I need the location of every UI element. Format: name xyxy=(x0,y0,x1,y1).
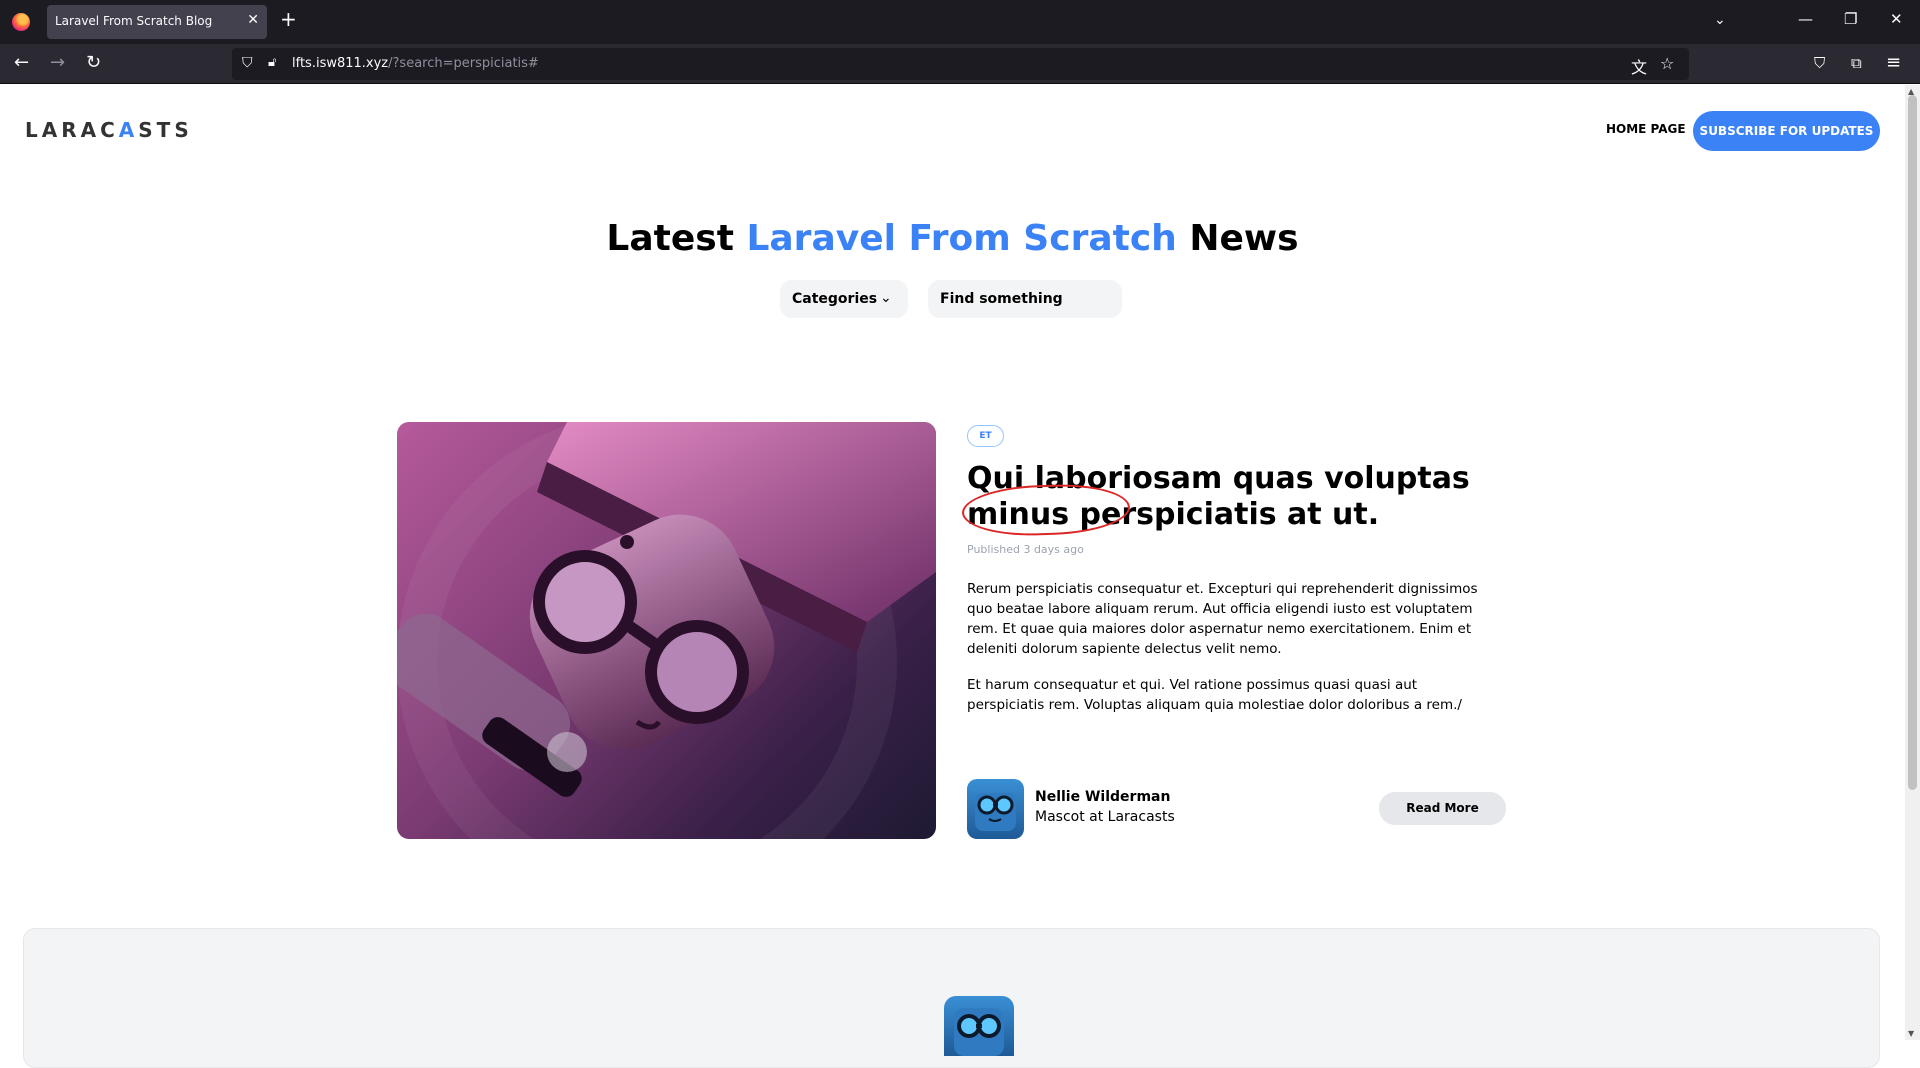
search-input[interactable] xyxy=(940,290,1110,308)
extensions-icon[interactable]: ⧉ xyxy=(1851,53,1862,73)
web-page: LARACASTS HOME PAGE SUBSCRIBE FOR UPDATE… xyxy=(0,85,1920,1068)
excerpt-paragraph: Et harum consequatur et qui. Vel ratione… xyxy=(967,677,1462,713)
newsletter-section xyxy=(23,928,1880,1068)
url-text[interactable]: lfts.isw811.xyz/?search=perspiciatis# xyxy=(292,56,539,71)
post-excerpt: Rerum perspiciatis consequatur et. Excep… xyxy=(967,579,1497,731)
tab-title: Laravel From Scratch Blog xyxy=(55,14,213,28)
browser-tab[interactable]: Laravel From Scratch Blog ✕ xyxy=(47,5,267,39)
search-box[interactable] xyxy=(928,280,1122,318)
home-page-link[interactable]: HOME PAGE xyxy=(1606,122,1686,136)
back-icon[interactable]: ← xyxy=(14,53,29,73)
browser-tab-bar: Laravel From Scratch Blog ✕ + ⌄ — ❐ ✕ xyxy=(0,0,1920,44)
mascot-icon xyxy=(975,793,1016,831)
window-close-icon[interactable]: ✕ xyxy=(1890,10,1903,28)
reload-icon[interactable]: ↻ xyxy=(86,53,101,73)
chevron-down-icon: ⌄ xyxy=(880,290,892,306)
page-title: Latest Laravel From Scratch News xyxy=(606,218,1299,259)
pocket-icon[interactable]: ⛉ xyxy=(1814,53,1825,73)
scroll-down-icon[interactable]: ▼ xyxy=(1908,1029,1914,1038)
minimize-icon[interactable]: — xyxy=(1798,10,1813,28)
browser-nav-bar: ← → ↻ ⛉ 🔓︎ lfts.isw811.xyz/?search=persp… xyxy=(0,44,1920,84)
author-avatar xyxy=(967,779,1024,839)
category-badge[interactable]: ET xyxy=(967,425,1004,447)
laracasts-logo[interactable]: LARACASTS xyxy=(25,118,193,142)
post-thumbnail[interactable] xyxy=(397,422,936,839)
scroll-thumb[interactable] xyxy=(1908,95,1917,790)
read-more-button[interactable]: Read More xyxy=(1379,792,1506,825)
url-bar[interactable]: ⛉ 🔓︎ lfts.isw811.xyz/?search=perspiciati… xyxy=(232,48,1689,80)
categories-dropdown[interactable]: Categories ⌄ xyxy=(780,280,908,318)
lock-icon[interactable]: 🔓︎ xyxy=(268,55,276,70)
list-all-tabs-icon[interactable]: ⌄ xyxy=(1714,12,1726,28)
mascot-icon xyxy=(944,996,1014,1056)
menu-icon[interactable]: ≡ xyxy=(1886,53,1901,73)
author-name: Nellie Wilderman xyxy=(1035,789,1171,805)
subscribe-button[interactable]: SUBSCRIBE FOR UPDATES xyxy=(1693,111,1880,151)
excerpt-paragraph: Rerum perspiciatis consequatur et. Excep… xyxy=(967,581,1478,657)
categories-label: Categories xyxy=(792,291,878,307)
bookmark-star-icon[interactable]: ☆ xyxy=(1660,54,1674,73)
post-date: Published 3 days ago xyxy=(967,543,1084,556)
restore-icon[interactable]: ❐ xyxy=(1844,10,1857,28)
tab-close-icon[interactable]: ✕ xyxy=(247,12,259,28)
firefox-logo-icon xyxy=(12,13,30,31)
forward-icon[interactable]: → xyxy=(50,53,65,73)
post-illustration xyxy=(397,422,936,839)
translate-icon[interactable]: 文 xyxy=(1631,54,1647,78)
new-tab-icon[interactable]: + xyxy=(280,9,297,29)
shield-icon[interactable]: ⛉ xyxy=(242,55,253,71)
scrollbar[interactable]: ▲ ▼ xyxy=(1905,85,1920,1040)
author-role: Mascot at Laracasts xyxy=(1035,809,1175,825)
